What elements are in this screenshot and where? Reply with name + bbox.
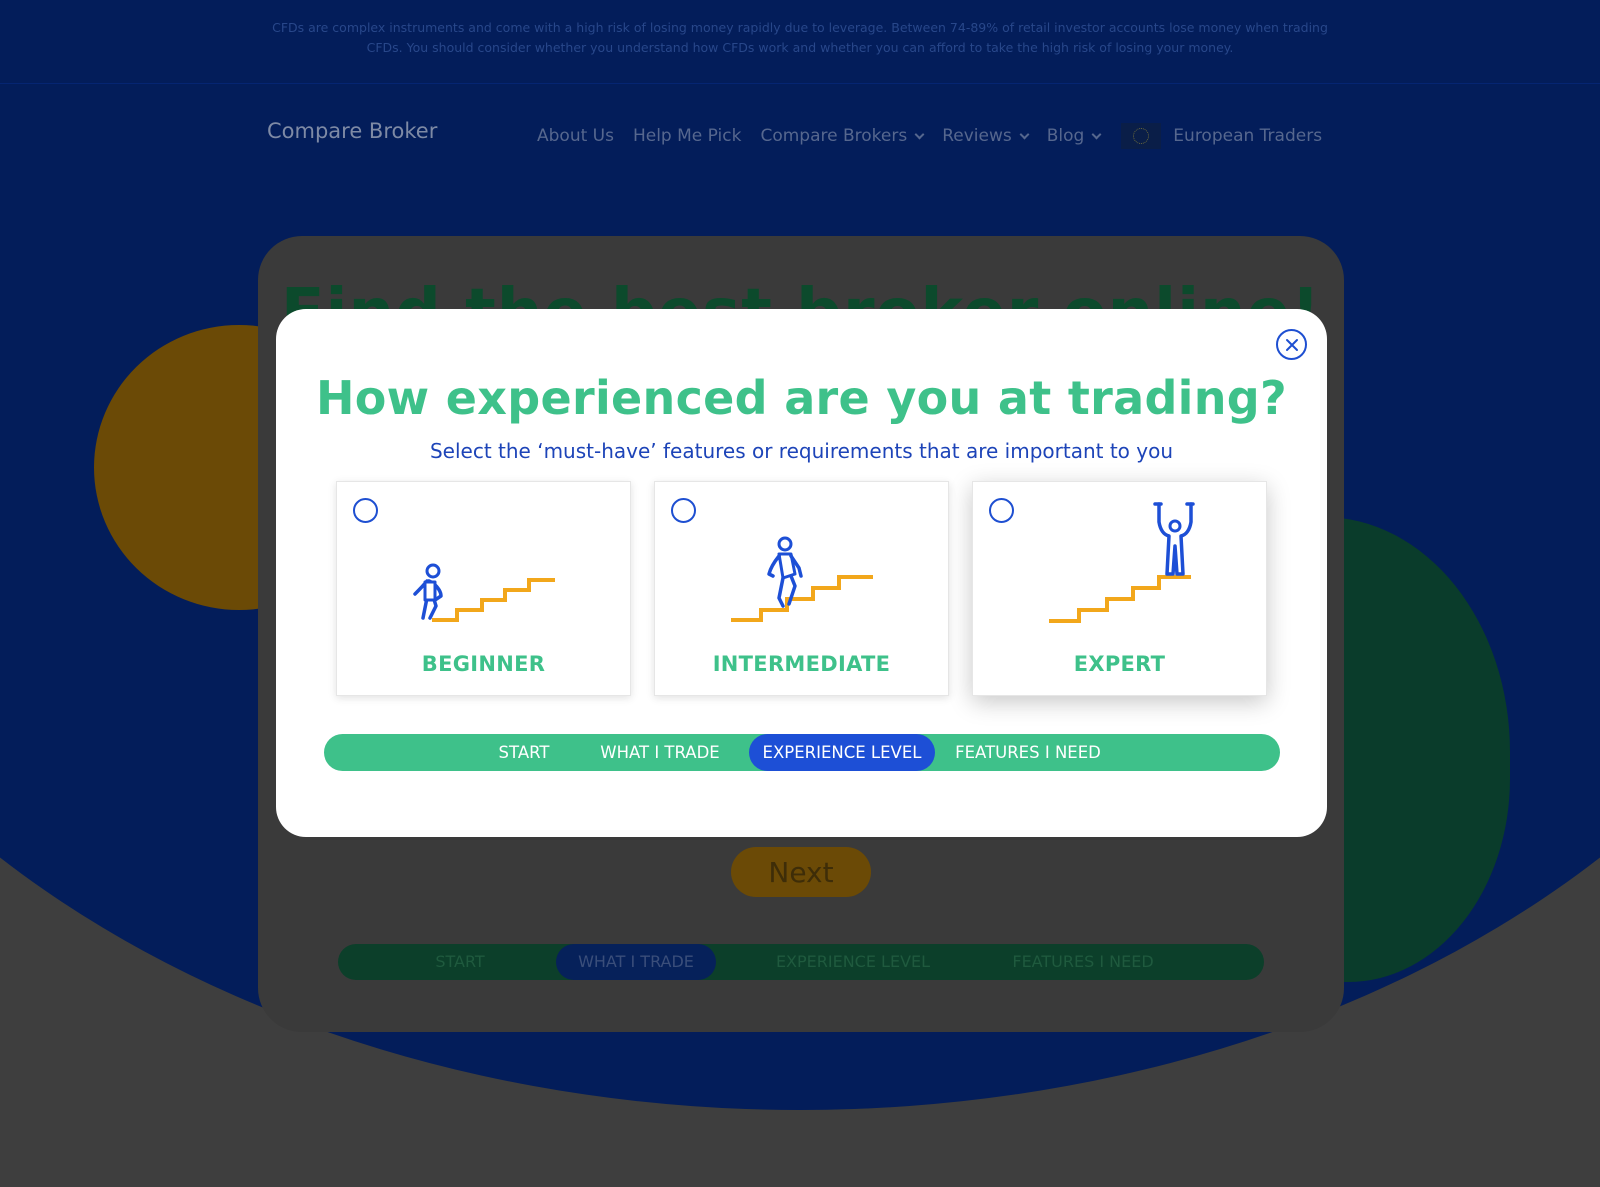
step-features-i-need[interactable]: FEATURES I NEED	[946, 734, 1110, 771]
beginner-stairs-icon	[413, 563, 555, 622]
expert-stairs-icon	[1049, 502, 1195, 623]
option-label-beginner: BEGINNER	[421, 652, 546, 676]
close-icon	[1285, 338, 1298, 351]
option-label-expert: EXPERT	[1073, 652, 1166, 676]
experience-level-modal: How experienced are you at trading? Sele…	[276, 309, 1327, 837]
modal-title: How experienced are you at trading?	[315, 371, 1288, 425]
intermediate-stairs-icon	[731, 536, 873, 622]
wizard-step-bar: START WHAT I TRADE EXPERIENCE LEVEL FEAT…	[324, 734, 1280, 771]
modal-subtitle: Select the ‘must-have’ features or requi…	[429, 439, 1174, 463]
option-label-intermediate: INTERMEDIATE	[712, 652, 891, 676]
option-intermediate[interactable]: INTERMEDIATE	[654, 481, 949, 696]
option-beginner[interactable]: BEGINNER	[336, 481, 631, 696]
close-button[interactable]	[1276, 329, 1307, 360]
option-expert[interactable]: EXPERT	[972, 481, 1267, 696]
step-what-i-trade[interactable]: WHAT I TRADE	[596, 734, 724, 771]
step-start[interactable]: START	[476, 734, 572, 771]
step-experience-level[interactable]: EXPERIENCE LEVEL	[749, 734, 935, 771]
